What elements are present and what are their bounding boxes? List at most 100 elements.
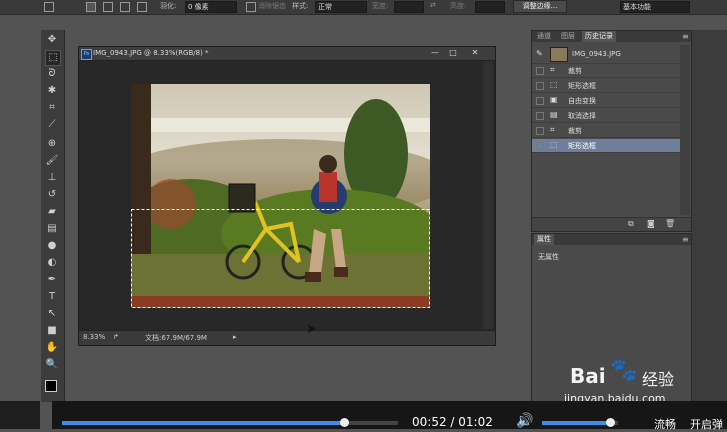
- right-dock-strip: [692, 30, 727, 402]
- history-scrollbar[interactable]: [680, 45, 690, 215]
- history-state-checkbox[interactable]: [536, 112, 544, 120]
- maximize-icon[interactable]: □: [447, 48, 459, 58]
- tab-channels[interactable]: 通道: [534, 31, 554, 42]
- blur-tool-icon[interactable]: ●: [45, 239, 59, 253]
- photo-canvas[interactable]: [131, 84, 430, 308]
- paw-icon: 🐾: [610, 358, 638, 383]
- close-icon[interactable]: ✕: [469, 48, 481, 58]
- tab-history[interactable]: 历史记录: [582, 31, 616, 42]
- properties-menu-icon[interactable]: ≡: [682, 235, 689, 244]
- height-label: 高度:: [450, 2, 467, 10]
- mouse-cursor-icon: ➤: [306, 322, 317, 337]
- history-snapshot[interactable]: ✎ IMG_0943.JPG: [532, 45, 681, 64]
- seek-thumb[interactable]: [340, 418, 350, 427]
- snapshot-thumbnail: [550, 47, 568, 62]
- width-label: 宽度:: [372, 2, 389, 10]
- history-step[interactable]: ⬚ 矩形选框: [532, 139, 681, 153]
- brush-tool-icon[interactable]: 🖌: [45, 154, 59, 168]
- panel-menu-icon[interactable]: ≡: [682, 32, 689, 41]
- dodge-tool-icon[interactable]: ◐: [45, 256, 59, 270]
- options-bar: 羽化: 0 像素 消除锯齿 样式: 正常 宽度: ⇄ 高度: 调整边缘... 基…: [0, 0, 727, 15]
- healing-brush-tool-icon[interactable]: ⊕: [45, 137, 59, 151]
- history-step[interactable]: ⌗ 裁剪: [532, 124, 681, 138]
- properties-tabbar: [532, 234, 691, 245]
- lasso-tool-icon[interactable]: ᘐ: [45, 67, 59, 81]
- clone-stamp-tool-icon[interactable]: ⊥: [45, 171, 59, 185]
- history-step[interactable]: ⬚ 矩形选框: [532, 79, 681, 93]
- tab-properties[interactable]: 属性: [534, 234, 554, 245]
- baidu-jingyan-watermark: Bai 🐾 经验 jingyan.baidu.com: [564, 352, 720, 405]
- swap-icon[interactable]: ⇄: [430, 1, 436, 9]
- eraser-tool-icon[interactable]: ▰: [45, 205, 59, 219]
- player-left-block: [0, 401, 40, 429]
- danmaku-button[interactable]: 开启弹: [690, 416, 723, 432]
- share-icon[interactable]: ↱: [113, 333, 119, 341]
- history-state-checkbox[interactable]: [536, 82, 544, 90]
- history-panel: 通道 图层 历史记录 ≡ ✎ IMG_0943.JPG ⌗ 裁剪 ⬚ 矩形选框 ▣ 自由变…: [531, 30, 692, 232]
- new-snapshot-icon[interactable]: ◙: [647, 219, 655, 228]
- history-state-checkbox[interactable]: [536, 127, 544, 135]
- pen-tool-icon[interactable]: ✒: [45, 273, 59, 287]
- quality-button[interactable]: 流畅: [654, 416, 676, 432]
- history-state-checkbox[interactable]: [536, 97, 544, 105]
- history-footer: ⧉ ◙ 🗑: [532, 217, 691, 231]
- history-state-checkbox[interactable]: [536, 67, 544, 75]
- deselect-icon: ▤: [550, 110, 558, 119]
- ps-document-icon: Ps: [81, 49, 92, 60]
- feather-label: 羽化:: [160, 2, 177, 10]
- minimize-icon[interactable]: —: [429, 48, 441, 58]
- seek-fill: [62, 421, 345, 425]
- antialias-label: 消除锯齿: [258, 2, 286, 10]
- trash-icon[interactable]: 🗑: [665, 219, 675, 228]
- feather-input[interactable]: 0 像素: [185, 1, 237, 13]
- move-tool-icon[interactable]: ✥: [45, 33, 59, 47]
- marquee-icon: ⬚: [550, 80, 558, 89]
- shape-tool-icon[interactable]: ■: [45, 324, 59, 338]
- marquee-preset-icon[interactable]: [44, 2, 54, 12]
- subtract-selection-icon[interactable]: [120, 2, 130, 12]
- type-tool-icon[interactable]: T: [45, 290, 59, 304]
- gradient-tool-icon[interactable]: ▤: [45, 222, 59, 236]
- volume-track[interactable]: [542, 418, 618, 427]
- eyedropper-tool-icon[interactable]: ⟋: [45, 118, 59, 132]
- history-step[interactable]: ▤ 取消选择: [532, 109, 681, 123]
- history-step[interactable]: ▣ 自由变换: [532, 94, 681, 108]
- antialias-checkbox[interactable]: [246, 2, 256, 12]
- volume-fill: [542, 421, 611, 425]
- height-input[interactable]: [475, 1, 505, 13]
- volume-thumb[interactable]: [606, 418, 616, 427]
- tools-panel: ✥ ⬚ ᘐ ✱ ⌗ ⟋ ⊕ 🖌 ⊥ ↺ ▰ ▤ ● ◐ ✒ T ↖ ■ ✋ 🔍: [41, 30, 65, 402]
- new-selection-icon[interactable]: [86, 2, 96, 12]
- history-state-checkbox[interactable]: [536, 142, 544, 150]
- history-step-label: 裁剪: [568, 127, 582, 135]
- crop-tool-icon[interactable]: ⌗: [45, 101, 59, 115]
- add-selection-icon[interactable]: [103, 2, 113, 12]
- watermark-brand: Bai: [570, 364, 606, 388]
- path-selection-tool-icon[interactable]: ↖: [45, 307, 59, 321]
- history-source-brush-icon[interactable]: ✎: [536, 49, 543, 58]
- document-title-bar[interactable]: Ps IMG_0943.JPG @ 8.33%(RGB/8) * — □ ✕: [79, 47, 495, 61]
- refine-edge-button[interactable]: 调整边缘...: [513, 0, 567, 13]
- marquee-tool-icon[interactable]: ⬚: [45, 50, 61, 66]
- seek-track[interactable]: [62, 418, 398, 427]
- transform-icon: ▣: [550, 95, 558, 104]
- intersect-selection-icon[interactable]: [137, 2, 147, 12]
- width-input[interactable]: [394, 1, 424, 13]
- vertical-scrollbar[interactable]: [483, 61, 493, 329]
- history-step[interactable]: ⌗ 裁剪: [532, 64, 681, 78]
- style-select[interactable]: 正常: [315, 1, 367, 13]
- workspace-select[interactable]: 基本功能: [620, 1, 690, 13]
- status-menu-arrow-icon[interactable]: ▸: [233, 333, 237, 341]
- video-control-bar: 00:52 / 01:02 🔊 流畅 开启弹: [52, 401, 727, 432]
- magic-wand-tool-icon[interactable]: ✱: [45, 84, 59, 98]
- history-brush-tool-icon[interactable]: ↺: [45, 188, 59, 202]
- document-window: Ps IMG_0943.JPG @ 8.33%(RGB/8) * — □ ✕ 8…: [78, 46, 496, 346]
- zoom-tool-icon[interactable]: 🔍: [45, 358, 59, 372]
- tab-layers[interactable]: 图层: [558, 31, 578, 42]
- foreground-color-swatch[interactable]: [45, 380, 57, 392]
- volume-icon[interactable]: 🔊: [516, 413, 533, 429]
- new-document-from-state-icon[interactable]: ⧉: [628, 219, 634, 229]
- zoom-level[interactable]: 8.33%: [83, 333, 105, 341]
- document-title: IMG_0943.JPG @ 8.33%(RGB/8) *: [93, 49, 209, 57]
- hand-tool-icon[interactable]: ✋: [45, 341, 59, 355]
